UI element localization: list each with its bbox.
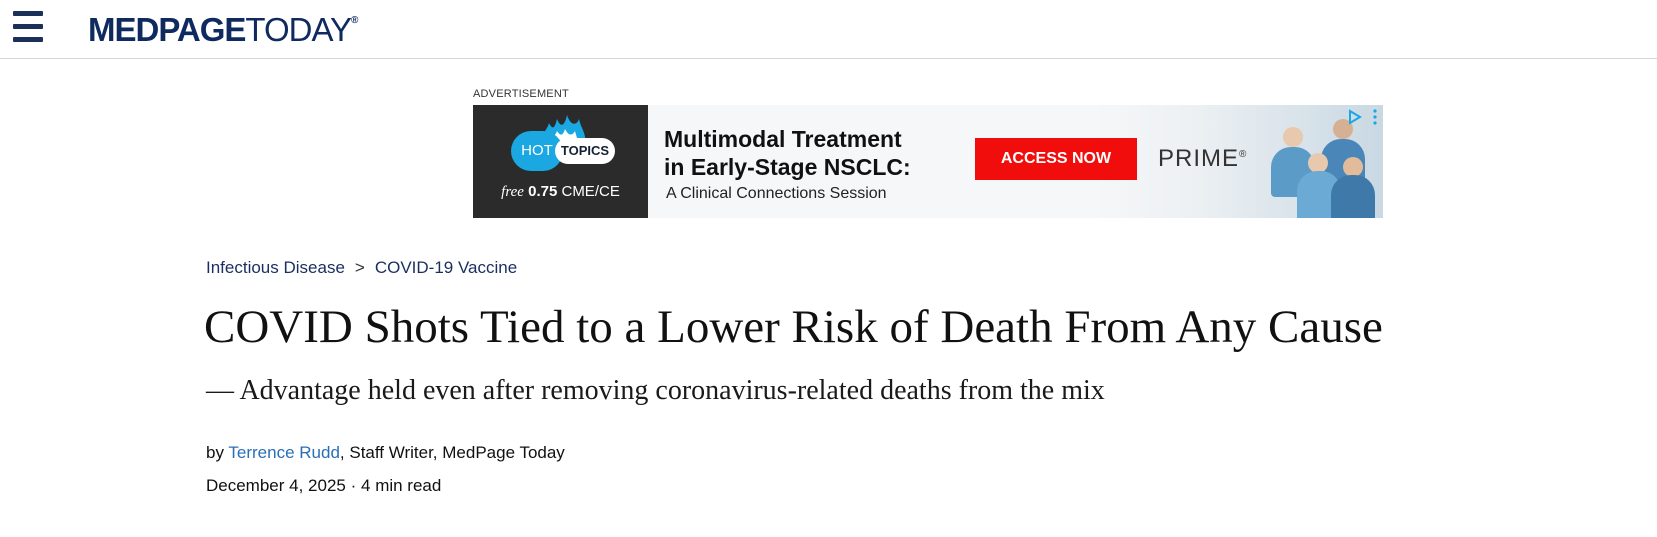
site-logo[interactable]: MEDPAGETODAY® xyxy=(88,9,358,48)
cme-unit: CME/CE xyxy=(561,183,620,200)
article-dateline: December 4, 2025 · 4 min read xyxy=(206,476,441,496)
site-header: MEDPAGETODAY® xyxy=(0,0,1657,59)
breadcrumb-separator: > xyxy=(354,258,365,277)
ad-brand-logo: PRIME® xyxy=(1158,145,1247,173)
adchoices-icon[interactable] xyxy=(1347,109,1363,125)
author-role: , Staff Writer, MedPage Today xyxy=(339,443,565,462)
breadcrumb: Infectious Disease > COVID-19 Vaccine xyxy=(206,258,517,278)
cme-prefix: free xyxy=(501,184,524,200)
advertisement-label: ADVERTISEMENT xyxy=(473,88,569,100)
read-time: 4 min read xyxy=(361,476,442,495)
ad-headline-line1: Multimodal Treatment xyxy=(664,126,902,152)
dateline-dot: · xyxy=(350,476,357,495)
publish-date: December 4, 2025 xyxy=(206,476,346,495)
logo-today: TODAY xyxy=(245,11,352,48)
access-now-button[interactable]: ACCESS NOW xyxy=(975,138,1137,180)
logo-registered-mark: ® xyxy=(351,15,358,26)
logo-medpage: MEDPAGE xyxy=(88,11,246,48)
byline-prefix: by xyxy=(206,443,224,462)
cme-amount: 0.75 xyxy=(528,183,558,200)
ad-brand-mark: ® xyxy=(1239,149,1248,160)
breadcrumb-item-covid-19-vaccine[interactable]: COVID-19 Vaccine xyxy=(375,258,517,277)
ad-headline: Multimodal Treatment in Early-Stage NSCL… xyxy=(664,125,911,181)
hot-topics-badge: HOT TOPICS xyxy=(511,131,615,171)
author-link[interactable]: Terrence Rudd xyxy=(228,443,340,462)
hot-topics-panel: HOT TOPICS free 0.75 CME/CE xyxy=(473,105,648,218)
ad-menu-icon[interactable] xyxy=(1373,109,1377,125)
article-byline: by Terrence Rudd, Staff Writer, MedPage … xyxy=(206,443,565,463)
ad-headline-line2: in Early-Stage NSCLC: xyxy=(664,154,911,180)
breadcrumb-item-infectious-disease[interactable]: Infectious Disease xyxy=(206,258,345,277)
article-subtitle: — Advantage held even after removing cor… xyxy=(206,375,1105,406)
ad-subline: A Clinical Connections Session xyxy=(666,185,887,202)
ad-brand-name: PRIME xyxy=(1158,145,1240,172)
topics-label: TOPICS xyxy=(555,138,615,164)
article-title: COVID Shots Tied to a Lower Risk of Deat… xyxy=(204,301,1383,353)
hamburger-menu-icon[interactable] xyxy=(13,11,43,43)
cme-credit: free 0.75 CME/CE xyxy=(473,183,648,201)
advertisement-banner[interactable]: HOT TOPICS free 0.75 CME/CE Multimodal T… xyxy=(473,105,1383,218)
